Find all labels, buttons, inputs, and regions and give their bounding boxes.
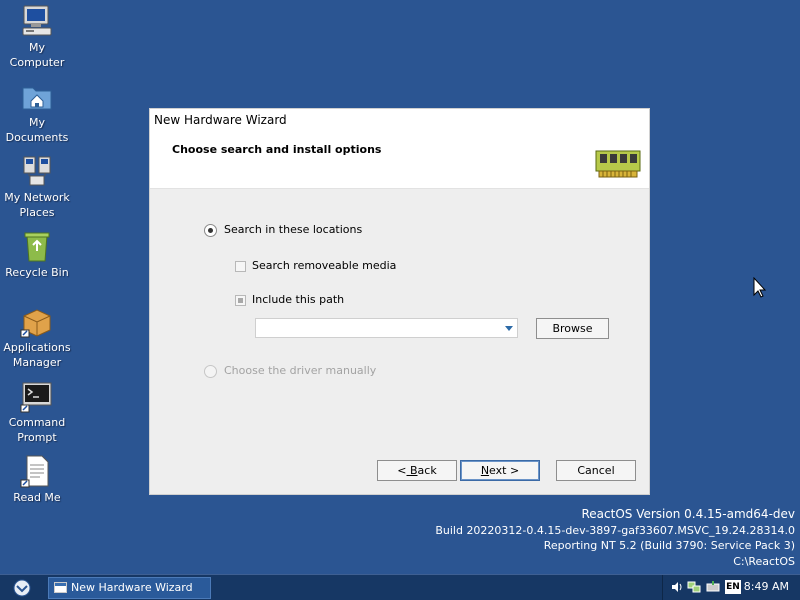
reactos-logo-icon — [13, 579, 31, 597]
desktop-icon-label: Computer — [9, 56, 65, 69]
desktop-icon-applications-manager[interactable]: Applications Manager — [2, 304, 72, 370]
desktop-icon-label: Read Me — [13, 491, 61, 504]
version-info: ReactOS Version 0.4.15-amd64-dev Build 2… — [435, 507, 795, 569]
safely-remove-hardware-icon[interactable] — [706, 581, 720, 596]
mouse-cursor-icon — [753, 276, 767, 302]
taskbar: New Hardware Wizard EN 8:49 AM — [0, 574, 800, 600]
new-hardware-wizard-window[interactable]: New Hardware Wizard Choose search and in… — [149, 108, 650, 495]
choose-manually-radio[interactable] — [204, 365, 217, 378]
desktop-icon-label: My Network — [4, 191, 70, 204]
next-button[interactable]: Next > — [460, 460, 540, 481]
browse-button[interactable]: Browse — [536, 318, 609, 339]
version-line-3: Reporting NT 5.2 (Build 3790: Service Pa… — [543, 539, 795, 552]
system-tray: EN 8:49 AM — [662, 575, 800, 600]
terminal-icon — [20, 379, 54, 413]
wizard-header: New Hardware Wizard Choose search and in… — [150, 109, 649, 189]
version-line-1: ReactOS Version 0.4.15-amd64-dev — [581, 507, 795, 521]
path-combobox[interactable] — [255, 318, 518, 338]
next-button-accelerator: N — [480, 464, 490, 477]
recycle-bin-icon — [20, 229, 54, 263]
search-locations-label: Search in these locations — [224, 223, 363, 236]
taskbar-item-new-hardware-wizard[interactable]: New Hardware Wizard — [48, 577, 211, 599]
include-path-checkbox[interactable] — [235, 295, 246, 306]
desktop-icon-label: Documents — [5, 131, 69, 144]
desktop-icon-label: My — [28, 116, 45, 129]
taskbar-item-label: New Hardware Wizard — [71, 581, 193, 594]
network-icon — [20, 154, 54, 188]
hardware-card-icon — [595, 149, 641, 179]
desktop-icon-label: My — [28, 41, 45, 54]
desktop-icon-label: Places — [19, 206, 55, 219]
search-media-label: Search removeable media — [252, 259, 397, 272]
desktop-icon-my-computer[interactable]: My Computer — [2, 4, 72, 70]
window-icon — [54, 582, 67, 593]
back-button-prefix: < — [397, 464, 407, 477]
choose-manually-label: Choose the driver manually — [224, 364, 377, 377]
desktop-icon-label: Command — [8, 416, 66, 429]
computer-icon — [20, 4, 54, 38]
desktop-icon-read-me[interactable]: Read Me — [2, 454, 72, 505]
window-title: New Hardware Wizard — [154, 113, 287, 127]
documents-folder-icon — [20, 79, 54, 113]
cancel-button[interactable]: Cancel — [556, 460, 636, 481]
desktop-icon-my-network-places[interactable]: My Network Places — [2, 154, 72, 220]
wizard-subtitle: Choose search and install options — [172, 143, 382, 156]
include-path-label: Include this path — [252, 293, 345, 306]
back-button[interactable]: < Back — [377, 460, 457, 481]
document-icon — [20, 454, 54, 488]
back-button-text: ack — [417, 464, 437, 477]
language-indicator[interactable]: EN — [725, 580, 741, 594]
desktop-icon-label: Manager — [12, 356, 62, 369]
desktop-icon-label: Prompt — [17, 431, 57, 444]
search-media-checkbox[interactable] — [235, 261, 246, 272]
desktop-icon-recycle-bin[interactable]: Recycle Bin — [2, 229, 72, 280]
next-button-text: ext > — [489, 464, 520, 477]
desktop-icon-label: Applications — [3, 341, 71, 354]
version-line-4: C:\ReactOS — [733, 554, 795, 568]
taskbar-clock[interactable]: 8:49 AM — [744, 580, 789, 593]
desktop-icon-command-prompt[interactable]: Command Prompt — [2, 379, 72, 445]
network-tray-icon[interactable] — [687, 581, 701, 596]
desktop-icon-label: Recycle Bin — [5, 266, 69, 279]
package-icon — [20, 304, 54, 338]
desktop-icon-my-documents[interactable]: My Documents — [2, 79, 72, 145]
dropdown-arrow-icon[interactable] — [505, 326, 513, 331]
back-button-accelerator: B — [406, 464, 418, 477]
volume-icon[interactable] — [671, 581, 683, 596]
search-locations-radio[interactable] — [204, 224, 217, 237]
version-line-2: Build 20220312-0.4.15-dev-3897-gaf33607.… — [435, 523, 795, 537]
start-button[interactable] — [8, 578, 36, 598]
